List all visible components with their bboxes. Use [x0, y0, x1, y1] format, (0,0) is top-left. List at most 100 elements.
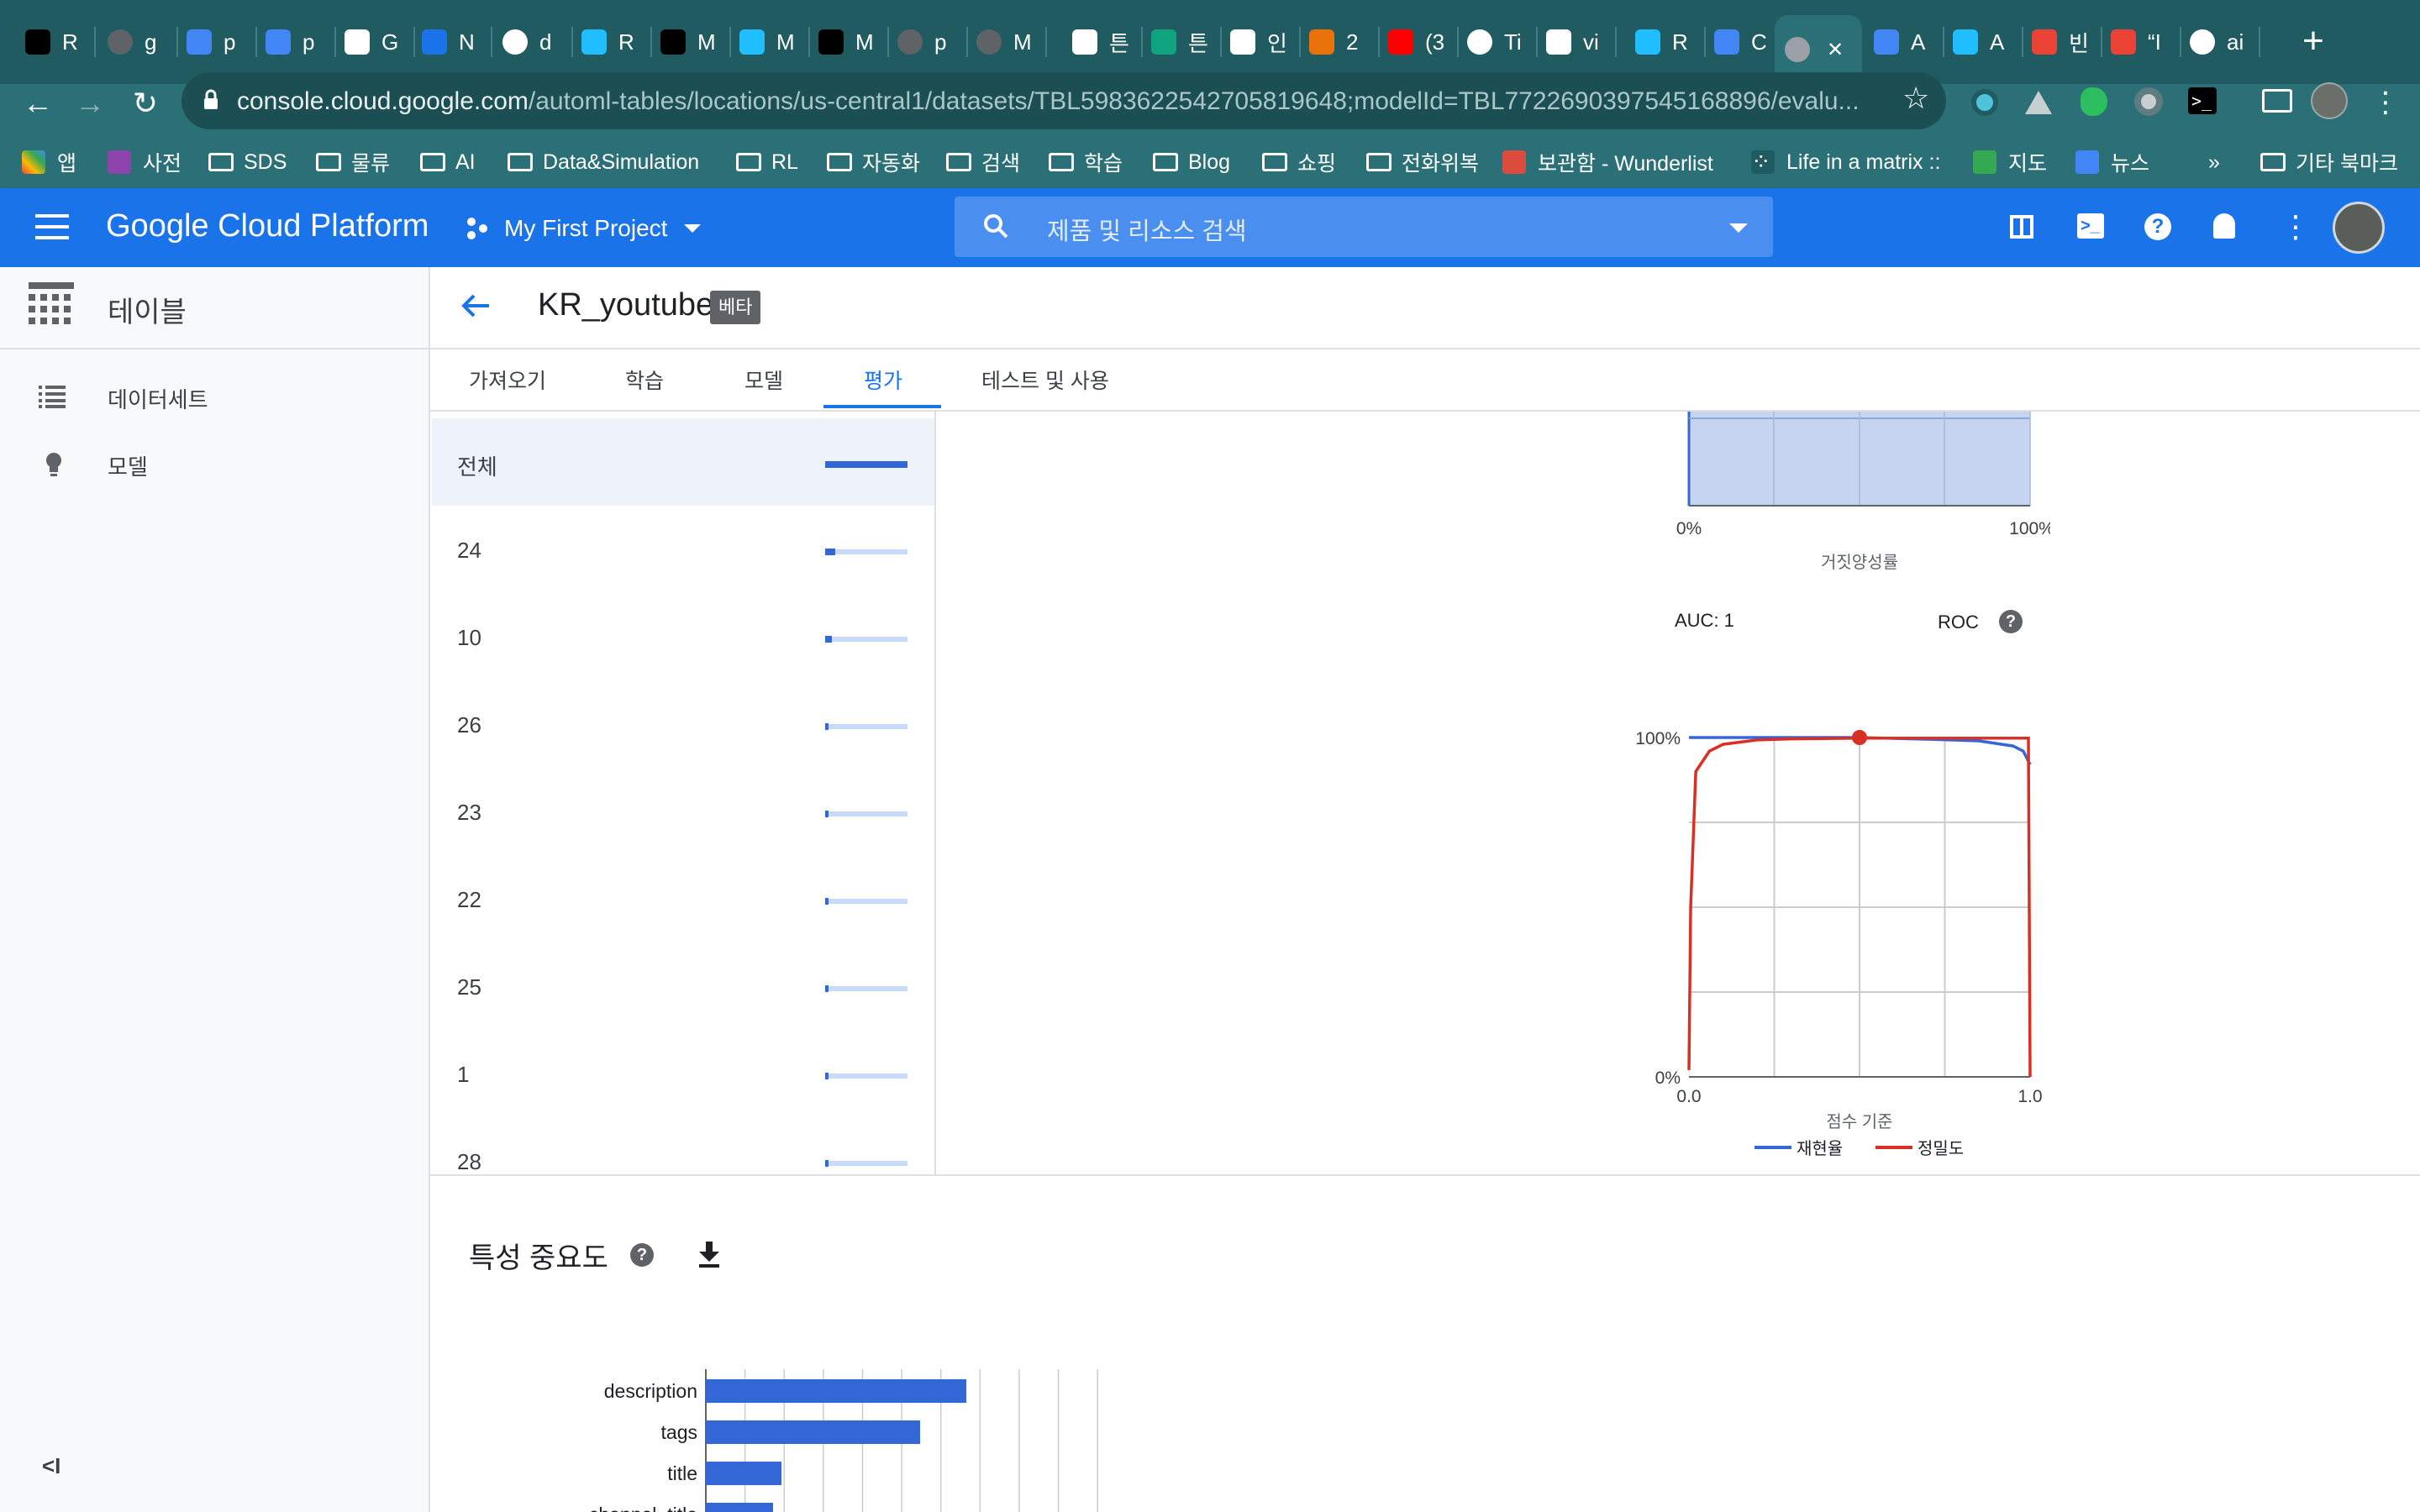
browser-tab[interactable]: A	[1953, 18, 2023, 66]
extension-icon[interactable]	[1971, 89, 1998, 116]
forward-icon[interactable]: →	[71, 84, 109, 123]
browser-tab[interactable]: C	[1714, 18, 1785, 66]
bookmarks-overflow-button[interactable]: »	[2208, 144, 2220, 180]
back-arrow-icon[interactable]	[459, 289, 492, 323]
drive-extension-icon[interactable]	[2025, 91, 2052, 114]
browser-tab[interactable]: Ti	[1467, 18, 1538, 66]
label-list-item[interactable]: 28	[432, 1117, 934, 1205]
bookmark-star-icon[interactable]: ☆	[1902, 81, 1929, 116]
cloud-shell-icon[interactable]: >_	[2077, 213, 2104, 239]
tab-separator	[1299, 27, 1301, 57]
bookmark-item[interactable]: ⁘ Life in a matrix ::	[1751, 144, 1940, 180]
bookmark-item[interactable]: 쇼핑	[1262, 144, 1336, 180]
label-list-item[interactable]: 25	[432, 942, 934, 1030]
collapse-sidebar-button[interactable]: <I	[42, 1453, 60, 1479]
gift-icon[interactable]	[2010, 215, 2033, 239]
help-icon[interactable]: ?	[2144, 213, 2171, 240]
browser-tab[interactable]: M	[739, 18, 810, 66]
back-icon[interactable]: ←	[18, 84, 57, 123]
more-vert-icon[interactable]: ⋮	[2281, 208, 2311, 245]
terminal-extension-icon[interactable]: >_	[2188, 87, 2217, 114]
tab-0[interactable]: 가져오기	[469, 365, 546, 395]
label-list-item[interactable]: 1	[432, 1030, 934, 1117]
browser-tab[interactable]: R	[1635, 18, 1706, 66]
label-frequency-bar	[825, 549, 908, 555]
roc-help-icon[interactable]: ?	[1999, 610, 2023, 633]
browser-tab[interactable]: ai	[2190, 18, 2260, 66]
bookmark-item[interactable]: Data&Simulation	[508, 144, 699, 180]
browser-tab[interactable]: “I	[2111, 18, 2181, 66]
other-bookmarks[interactable]: 기타 북마크	[2260, 144, 2398, 180]
sidebar-item-models[interactable]: 모델	[0, 440, 430, 487]
bookmark-item[interactable]: 사전	[108, 144, 182, 180]
evernote-extension-icon[interactable]	[2081, 87, 2107, 116]
tab-4[interactable]: 테스트 및 사용	[981, 365, 1109, 395]
tab-1[interactable]: 학습	[625, 365, 664, 395]
browser-tab[interactable]: R	[25, 18, 96, 66]
browser-tab[interactable]: p	[897, 18, 968, 66]
bookmark-item[interactable]: 학습	[1049, 144, 1123, 180]
browser-tab[interactable]: p	[266, 18, 336, 66]
bookmark-item[interactable]: 검색	[946, 144, 1020, 180]
browser-menu-icon[interactable]: ⋮	[2371, 84, 2400, 121]
nav-menu-icon[interactable]	[35, 214, 69, 239]
tab-3[interactable]: 평가	[864, 365, 902, 395]
tab-2[interactable]: 모델	[744, 365, 783, 395]
address-bar[interactable]: console.cloud.google.com/automl-tables/l…	[182, 72, 1946, 129]
sidebar-item-datasets[interactable]: 데이터세트	[0, 373, 430, 420]
bookmark-item[interactable]: 뉴스	[2075, 144, 2149, 180]
browser-tab[interactable]: g	[108, 18, 178, 66]
browser-tab[interactable]: (3	[1388, 18, 1459, 66]
browser-tab[interactable]: 빈	[2032, 18, 2102, 66]
browser-tab[interactable]: R	[581, 18, 652, 66]
search-input[interactable]: 제품 및 리소스 검색	[1047, 212, 1247, 247]
bookmark-item[interactable]: SDS	[208, 144, 287, 180]
project-selector[interactable]: My First Project	[467, 212, 702, 245]
bookmark-item[interactable]: 자동화	[827, 144, 920, 180]
browser-tab[interactable]: M	[976, 18, 1047, 66]
label-list-item[interactable]: 전체	[432, 418, 934, 506]
settings-extension-icon[interactable]	[2134, 87, 2163, 116]
feature-importance-help-icon[interactable]: ?	[630, 1243, 654, 1267]
profile-avatar[interactable]	[2311, 82, 2348, 119]
notifications-icon[interactable]	[2213, 213, 2235, 239]
label-list-item[interactable]: 10	[432, 593, 934, 680]
bookmark-item[interactable]: 물류	[316, 144, 390, 180]
gcp-brand[interactable]: Google Cloud Platform	[106, 208, 429, 244]
browser-tab[interactable]: 튼	[1072, 18, 1143, 66]
bookmark-item[interactable]: 전화위복	[1366, 144, 1479, 180]
close-tab-icon[interactable]: ✕	[1827, 38, 1844, 62]
browser-tab[interactable]: p	[187, 18, 257, 66]
cast-icon[interactable]	[2262, 89, 2292, 113]
browser-tab[interactable]: M	[660, 18, 731, 66]
bookmark-item[interactable]: 앱	[22, 144, 76, 180]
browser-tab[interactable]: d	[502, 18, 573, 66]
gcp-search-bar[interactable]: 제품 및 리소스 검색	[955, 197, 1773, 257]
browser-tab[interactable]: G	[345, 18, 415, 66]
bookmark-item[interactable]: 보관함 - Wunderlist	[1502, 144, 1713, 180]
label-list-item[interactable]: 26	[432, 680, 934, 768]
browser-tab[interactable]: N	[422, 18, 492, 66]
label-frequency-fill	[825, 636, 832, 643]
browser-tab[interactable]: 인	[1230, 18, 1301, 66]
threshold-marker[interactable]	[1852, 730, 1867, 745]
download-icon[interactable]	[697, 1242, 721, 1268]
bookmark-item[interactable]: Blog	[1153, 144, 1230, 180]
k-favicon-icon	[1953, 29, 1978, 55]
browser-tab[interactable]: 튼	[1151, 18, 1222, 66]
browser-tab[interactable]: 2	[1309, 18, 1380, 66]
search-dropdown-icon[interactable]	[1729, 223, 1748, 233]
browser-tab[interactable]: A	[1874, 18, 1944, 66]
bookmark-item[interactable]: AI	[420, 144, 476, 180]
browser-tab[interactable]: M	[818, 18, 889, 66]
account-avatar[interactable]	[2333, 202, 2385, 254]
bookmark-item[interactable]: RL	[736, 144, 798, 180]
browser-tab[interactable]: vi	[1546, 18, 1617, 66]
bookmark-item[interactable]: 지도	[1973, 144, 2047, 180]
new-tab-button[interactable]: +	[2294, 22, 2333, 60]
label-list-item[interactable]: 24	[432, 506, 934, 593]
label-name: 1	[457, 1062, 470, 1087]
reload-icon[interactable]: ↻	[126, 84, 165, 123]
label-list-item[interactable]: 23	[432, 768, 934, 855]
label-list-item[interactable]: 22	[432, 855, 934, 942]
